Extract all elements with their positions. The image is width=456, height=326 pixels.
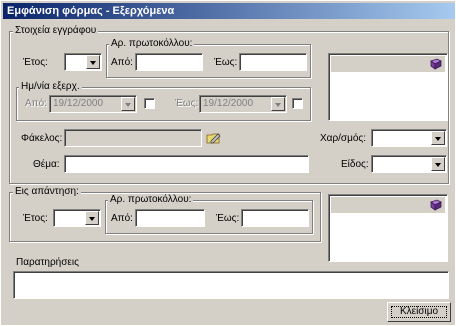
reply-protocol-from-label: Από: — [111, 213, 133, 224]
form-window: Εμφάνιση φόρμας - Εξερχόμενα Στοιχεία εγ… — [0, 0, 456, 326]
charsign-label: Χαρ/σμός: — [320, 133, 367, 144]
reply-protocol-to-label: Έως: — [216, 213, 240, 224]
window-title: Εμφάνιση φόρμας - Εξερχόμενα — [3, 3, 455, 19]
document-group-legend: Στοιχεία εγγράφου — [13, 25, 99, 36]
reply-protocol-from-input[interactable] — [135, 209, 205, 227]
chevron-down-icon[interactable] — [271, 97, 285, 111]
chevron-down-icon[interactable] — [85, 211, 99, 225]
list-header — [331, 197, 445, 213]
folder-input — [64, 129, 202, 147]
charsign-select[interactable] — [371, 129, 447, 147]
remarks-label: Παρατηρήσεις — [16, 257, 79, 268]
date-from-value: 19/12/2000 — [53, 98, 104, 109]
year-select[interactable] — [64, 53, 102, 71]
subject-input[interactable] — [64, 155, 309, 173]
reply-protocol-to-input[interactable] — [241, 209, 309, 227]
date-to-picker[interactable]: 19/12/2000 — [199, 95, 287, 113]
list-header — [331, 56, 445, 72]
date-to-checkbox[interactable] — [292, 98, 303, 109]
focus-rect — [391, 306, 447, 318]
date-from-picker[interactable]: 19/12/2000 — [49, 95, 137, 113]
reply-year-label: Έτος: — [23, 213, 48, 224]
date-group-legend: Ημ/νία εξερχ. — [19, 81, 82, 92]
reply-recipients-list[interactable] — [328, 194, 448, 262]
type-label: Είδος: — [341, 159, 369, 170]
reply-year-select[interactable] — [53, 209, 101, 227]
protocol-to-input[interactable] — [239, 53, 307, 71]
book-icon[interactable] — [429, 199, 442, 211]
protocol-from-input[interactable] — [135, 53, 203, 71]
book-icon[interactable] — [429, 58, 442, 70]
reply-protocol-group-legend: Αρ. πρωτοκόλλου: — [108, 194, 194, 205]
subject-label: Θέμα: — [33, 159, 60, 170]
reply-group-legend: Εις απάντηση: — [13, 186, 81, 197]
chevron-down-icon[interactable] — [431, 131, 445, 145]
protocol-group-legend: Αρ. πρωτοκόλλου: — [109, 38, 195, 49]
year-label: Έτος: — [23, 57, 48, 68]
remarks-input[interactable] — [13, 271, 449, 299]
protocol-to-label: Έως: — [214, 57, 238, 68]
folder-label: Φάκελος: — [21, 133, 63, 144]
date-to-label: Έως: — [175, 98, 199, 109]
protocol-from-label: Από: — [111, 57, 133, 68]
date-to-value: 19/12/2000 — [203, 98, 254, 109]
date-from-label: Από: — [25, 98, 47, 109]
type-select[interactable] — [371, 155, 447, 173]
close-button[interactable]: Κλείσιμο — [387, 302, 451, 322]
document-recipients-list[interactable] — [328, 53, 448, 121]
chevron-down-icon[interactable] — [431, 157, 445, 171]
chevron-down-icon[interactable] — [86, 55, 100, 69]
chevron-down-icon[interactable] — [121, 97, 135, 111]
folder-edit-icon[interactable] — [206, 131, 222, 145]
date-from-checkbox[interactable] — [144, 98, 155, 109]
